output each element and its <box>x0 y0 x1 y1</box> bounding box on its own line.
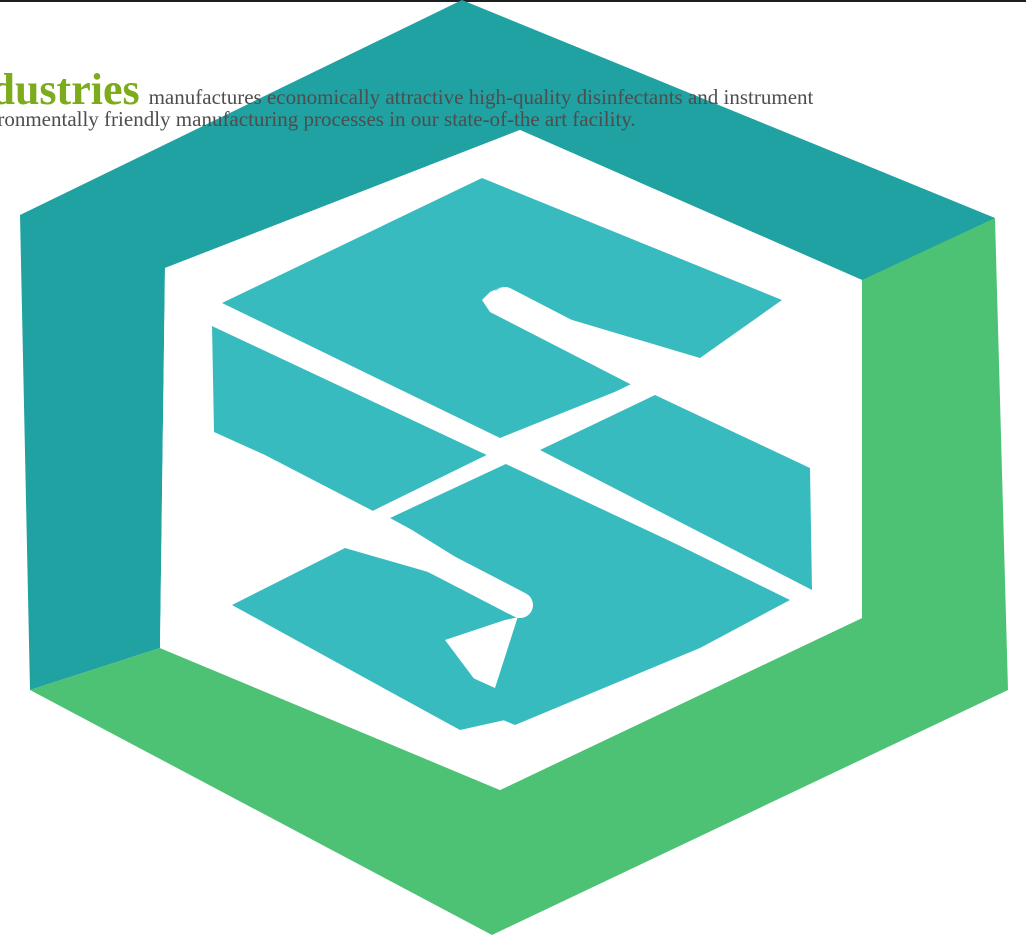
intro-line-1-text: manufactures economically attractive hig… <box>148 85 814 109</box>
intro-line-1: ndustriesmanufactures economically attra… <box>0 68 1026 112</box>
company-intro-text: ndustriesmanufactures economically attra… <box>0 68 1026 132</box>
page: ndustriesmanufactures economically attra… <box>0 0 1026 949</box>
intro-line-2: vironmentally friendly manufacturing pro… <box>0 107 636 131</box>
hexagon-s-cube-logo-icon <box>20 0 1008 935</box>
